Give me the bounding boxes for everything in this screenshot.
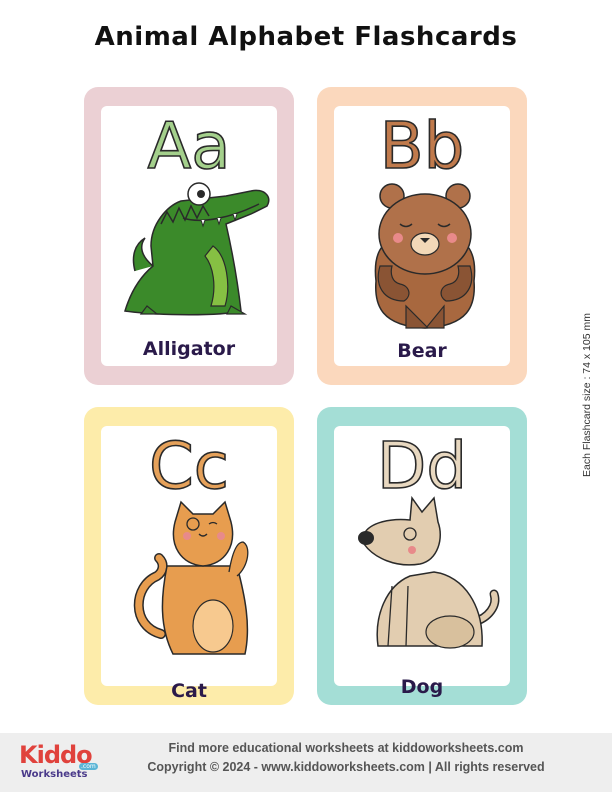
flashcard-inner: Cc Cat	[101, 426, 277, 702]
logo-worksheets-text: Worksheets	[21, 769, 88, 780]
word-bear: Bear	[397, 340, 447, 362]
flashcard-inner: Dd Dog	[334, 426, 510, 698]
footer-copyright-text: Copyright © 2024 - www.kiddoworksheets.c…	[147, 760, 545, 774]
bear-illustration: Bb	[374, 109, 476, 329]
footer: Kiddo Worksheets .com Find more educatio…	[0, 733, 612, 792]
logo-com-badge: .com	[79, 763, 98, 770]
flashcard-alligator: Aa Alligator	[84, 87, 294, 385]
page-title: Animal Alphabet Flashcards	[94, 22, 518, 52]
cat-illustration: Cc	[133, 429, 249, 655]
flashcard-dog: Dd Dog	[317, 407, 527, 705]
flashcard-size-note: Each Flashcard size : 74 x 105 mm	[581, 313, 593, 477]
letters-aa: Aa	[148, 110, 231, 184]
flashcard-inner: Aa Alligator	[101, 106, 277, 366]
word-dog: Dog	[400, 676, 444, 698]
flashcard-bear: Bb Bear	[317, 87, 527, 385]
letters-cc: Cc	[149, 430, 229, 504]
alligator-illustration: Aa	[124, 109, 270, 316]
word-alligator: Alligator	[142, 338, 236, 360]
flashcard-inner: Bb Bear	[334, 106, 510, 366]
word-cat: Cat	[171, 680, 207, 702]
flashcard-cat: Cc Cat	[84, 407, 294, 705]
footer-promo-text: Find more educational worksheets at kidd…	[168, 741, 524, 755]
dog-illustration: Dd	[358, 429, 500, 649]
letters-bb: Bb	[380, 110, 465, 184]
letters-dd: Dd	[377, 430, 467, 504]
kiddoworksheets-logo[interactable]: Kiddo Worksheets .com	[19, 741, 109, 785]
